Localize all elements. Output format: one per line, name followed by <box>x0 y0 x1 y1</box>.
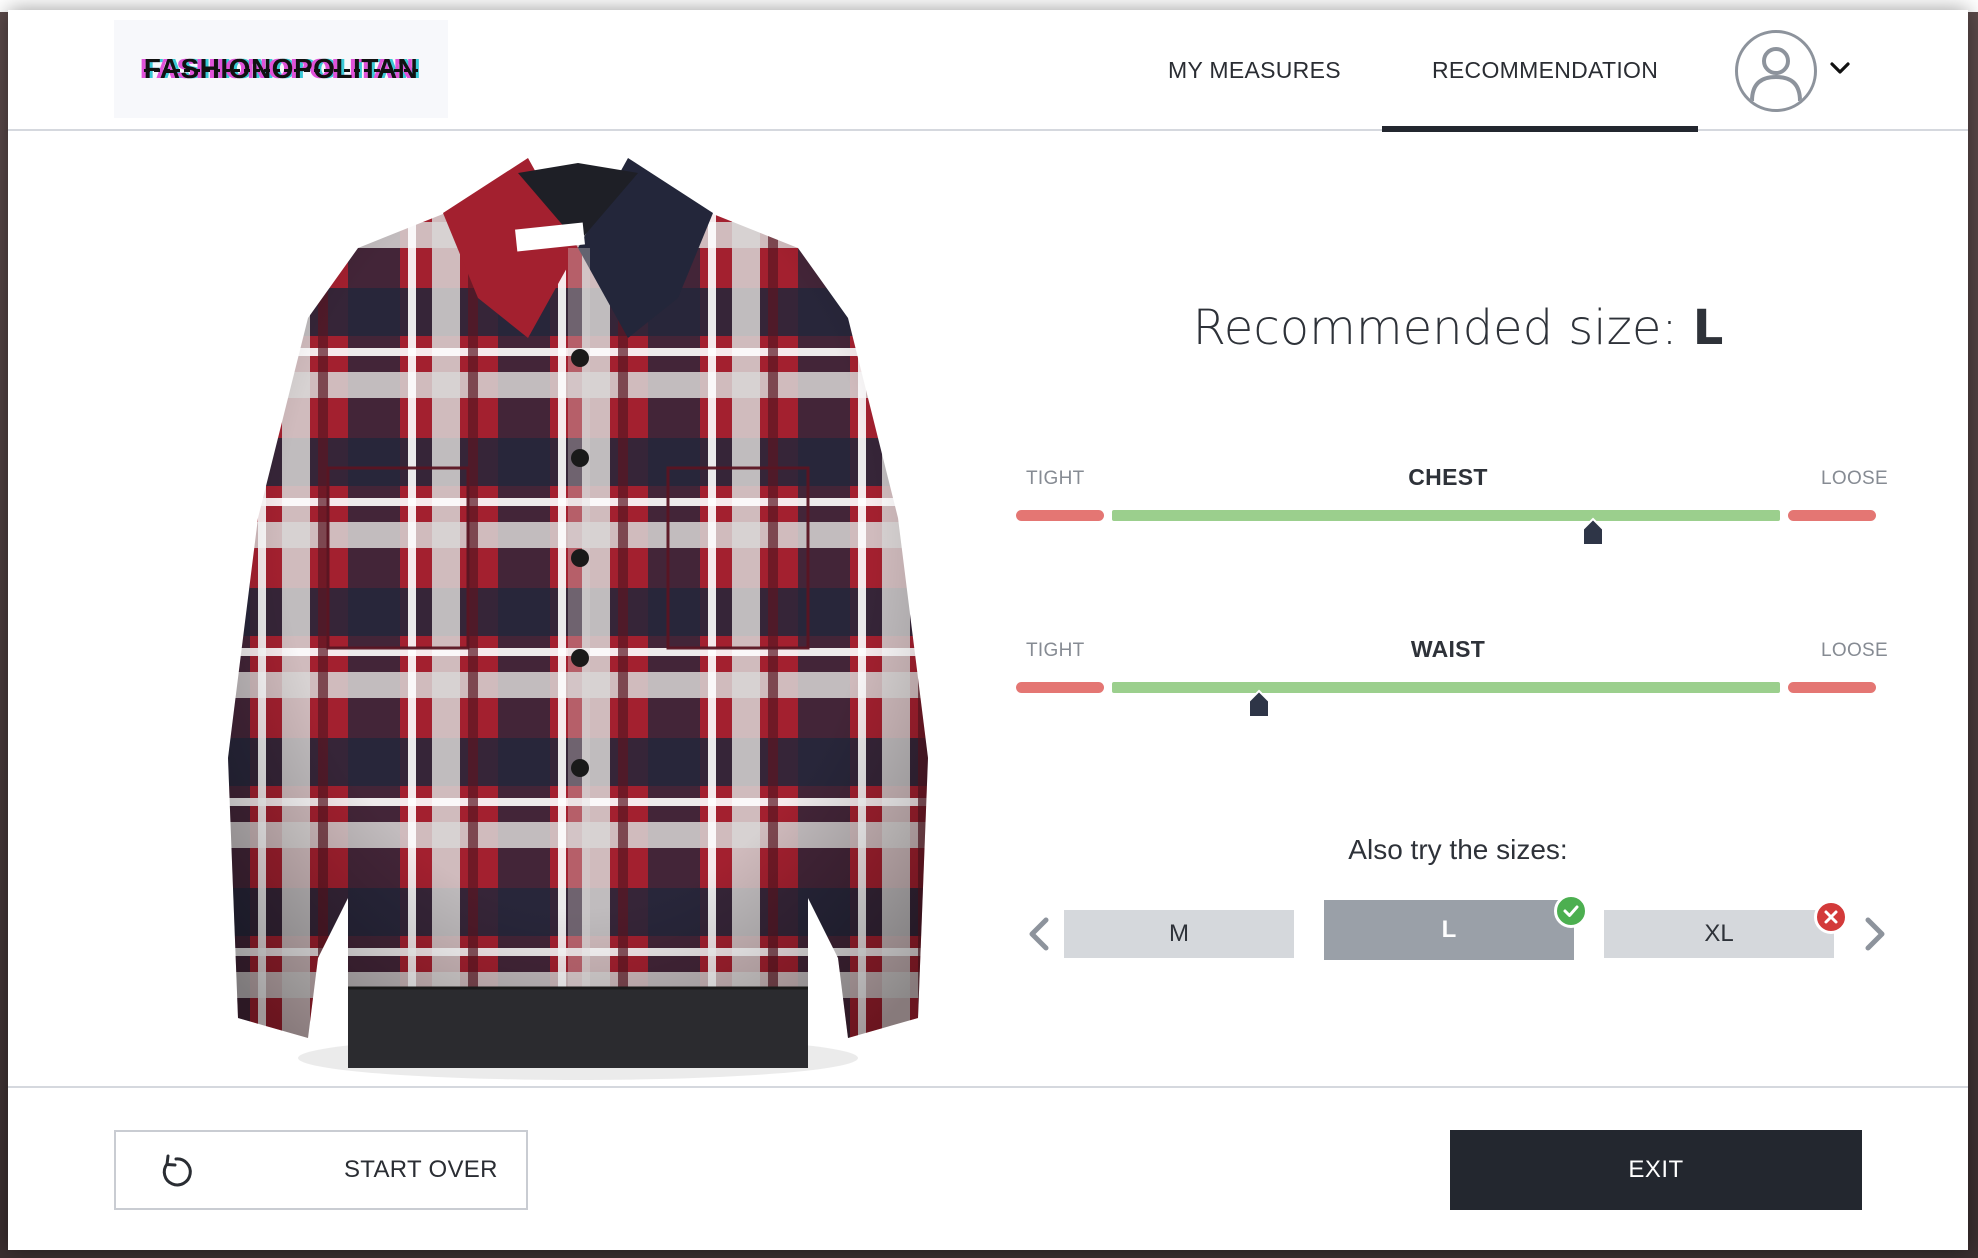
fit-bar-tight-zone <box>1016 682 1104 693</box>
fit-loose-label: LOOSE <box>1821 640 1888 661</box>
restart-icon <box>162 1154 192 1187</box>
fit-marker-chest[interactable] <box>1581 517 1605 547</box>
start-over-label: START OVER <box>344 1156 498 1183</box>
nav-my-measures[interactable]: MY MEASURES <box>1168 10 1341 131</box>
fit-name-chest: CHEST <box>1408 464 1488 490</box>
fit-name-waist: WAIST <box>1410 636 1486 662</box>
fit-bar-good-zone <box>1112 682 1780 693</box>
chevron-down-icon[interactable] <box>1828 56 1852 80</box>
close-icon <box>1814 900 1848 934</box>
recommended-size-value: L <box>1692 300 1724 356</box>
fit-bar-loose-zone <box>1788 682 1876 693</box>
exit-button[interactable]: EXIT <box>1450 1130 1862 1210</box>
check-icon <box>1554 894 1588 928</box>
recommended-size-title: Recommended size: L <box>1008 300 1908 356</box>
nav-recommendation[interactable]: RECOMMENDATION <box>1432 10 1658 131</box>
exit-label: EXIT <box>1628 1156 1684 1183</box>
user-avatar[interactable] <box>1735 30 1817 112</box>
brand-logo: FASHIONOPOLITAN <box>114 20 448 118</box>
nav-my-measures-label: MY MEASURES <box>1168 57 1341 83</box>
size-option-label: M <box>1169 920 1189 947</box>
fit-bar-tight-zone <box>1016 510 1104 521</box>
size-recommendation-modal: FASHIONOPOLITAN MY MEASURES RECOMMENDATI… <box>8 10 1968 1250</box>
user-icon <box>1750 47 1802 102</box>
fit-marker-waist[interactable] <box>1247 689 1271 719</box>
product-image <box>228 158 928 1080</box>
chevron-left-icon[interactable] <box>1024 914 1054 954</box>
start-over-button[interactable]: START OVER <box>114 1130 528 1210</box>
size-option-l[interactable]: L <box>1324 900 1574 960</box>
chevron-right-icon[interactable] <box>1860 914 1890 954</box>
size-option-label: L <box>1441 916 1457 943</box>
active-tab-indicator <box>1382 126 1698 132</box>
size-option-m[interactable]: M <box>1064 910 1294 958</box>
fit-loose-label: LOOSE <box>1821 468 1888 489</box>
fit-bar-good-zone <box>1112 510 1780 521</box>
size-option-xl[interactable]: XL <box>1604 910 1834 958</box>
nav-recommendation-label: RECOMMENDATION <box>1432 57 1659 83</box>
logo-text: FASHIONOPOLITAN <box>143 53 419 84</box>
fit-bar-loose-zone <box>1788 510 1876 521</box>
also-try-heading: Also try the sizes: <box>1348 834 1568 865</box>
fit-row-chest: TIGHT CHEST LOOSE <box>1008 464 1888 578</box>
size-option-label: XL <box>1704 920 1734 947</box>
header: FASHIONOPOLITAN MY MEASURES RECOMMENDATI… <box>8 10 1968 132</box>
fit-row-waist: TIGHT WAIST LOOSE <box>1008 636 1888 750</box>
recommended-size-prefix: Recommended size: <box>1192 300 1693 356</box>
